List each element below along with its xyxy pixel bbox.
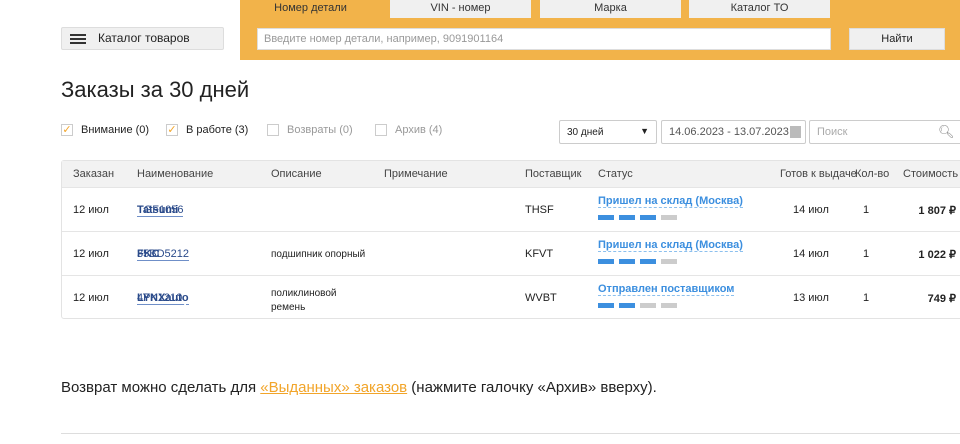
status-progress (598, 259, 677, 264)
quantity: 1 (863, 248, 870, 260)
find-button[interactable]: Найти (849, 28, 945, 50)
search-icon[interactable]: 🔍︎ (938, 124, 955, 140)
date-range-input[interactable]: 14.06.2023 - 13.07.2023 (661, 120, 806, 144)
progress-step (598, 303, 614, 308)
order-date: 12 июл (73, 292, 109, 304)
article-link[interactable]: 4PK1210 (137, 292, 183, 305)
divider (61, 433, 960, 434)
price: 1 807 ₽ (918, 205, 956, 217)
description: поликлиновой ремень (271, 288, 337, 313)
progress-step (619, 259, 635, 264)
ready-date: 14 июл (793, 248, 829, 260)
ready-date: 14 июл (793, 204, 829, 216)
price: 1 022 ₽ (918, 249, 956, 261)
issued-orders-link[interactable]: «Выданных» заказов (260, 379, 407, 396)
catalog-button[interactable]: Каталог товаров (61, 27, 224, 50)
supplier: THSF (525, 204, 554, 216)
checkbox-icon[interactable] (267, 124, 279, 136)
order-date: 12 июл (73, 204, 109, 216)
part-search-input[interactable]: Введите номер детали, например, 90919011… (257, 28, 831, 50)
article-link[interactable]: TGF1056 (137, 204, 184, 217)
checkbox-checked-icon[interactable]: ✓ (61, 124, 73, 136)
progress-step (598, 259, 614, 264)
supplier: WVBT (525, 292, 557, 304)
status-progress (598, 303, 677, 308)
status-progress (598, 215, 677, 220)
table-row: 12 июл Tatsumi TGF1056 THSF Пришел на ск… (62, 187, 960, 231)
table-row: 12 июл LYNXauto 4PK1210 поликлиновой реме… (62, 275, 960, 319)
status-link[interactable]: Отправлен поставщиком (598, 283, 735, 296)
progress-step (619, 215, 635, 220)
filter-returns[interactable]: Возвраты (0) (267, 124, 353, 136)
progress-step (661, 303, 677, 308)
status-link[interactable]: Пришел на склад (Москва) (598, 239, 743, 252)
progress-step (661, 259, 677, 264)
tab-vin[interactable]: VIN - номер (390, 0, 531, 18)
progress-step (640, 215, 656, 220)
tab-part-number[interactable]: Номер детали (240, 0, 381, 18)
progress-step (640, 259, 656, 264)
progress-step (598, 215, 614, 220)
status-link[interactable]: Пришел на склад (Москва) (598, 195, 743, 208)
filter-archive[interactable]: Архив (4) (375, 124, 442, 136)
page-title: Заказы за 30 дней (61, 77, 250, 102)
dropdown-arrow-icon: ▼ (640, 126, 649, 136)
progress-step (640, 303, 656, 308)
tab-brand[interactable]: Марка (540, 0, 681, 18)
description: подшипник опорный (271, 249, 366, 260)
filter-in-work[interactable]: ✓ В работе (3) (166, 124, 248, 136)
quantity: 1 (863, 292, 870, 304)
article-link[interactable]: 35BD5212 (137, 248, 189, 261)
progress-step (619, 303, 635, 308)
filter-attention[interactable]: ✓ Внимание (0) (61, 124, 149, 136)
order-date: 12 июл (73, 248, 109, 260)
progress-step (661, 215, 677, 220)
price: 749 ₽ (927, 293, 956, 305)
period-select[interactable]: 30 дней ▼ (559, 120, 657, 144)
table-header: Заказан Наименование Описание Примечание… (62, 161, 960, 187)
orders-search-input[interactable]: Поиск 🔍︎ (809, 120, 960, 144)
checkbox-checked-icon[interactable]: ✓ (166, 124, 178, 136)
table-row: 12 июл FKC 35BD5212 подшипник опорный KF… (62, 231, 960, 275)
ready-date: 13 июл (793, 292, 829, 304)
menu-icon (70, 34, 86, 44)
checkbox-icon[interactable] (375, 124, 387, 136)
tab-to-catalog[interactable]: Каталог ТО (689, 0, 830, 18)
quantity: 1 (863, 204, 870, 216)
return-hint: Возврат можно сделать для «Выданных» зак… (61, 379, 657, 396)
calendar-icon[interactable] (790, 126, 801, 138)
orders-table: Заказан Наименование Описание Примечание… (61, 160, 960, 319)
supplier: KFVT (525, 248, 554, 260)
